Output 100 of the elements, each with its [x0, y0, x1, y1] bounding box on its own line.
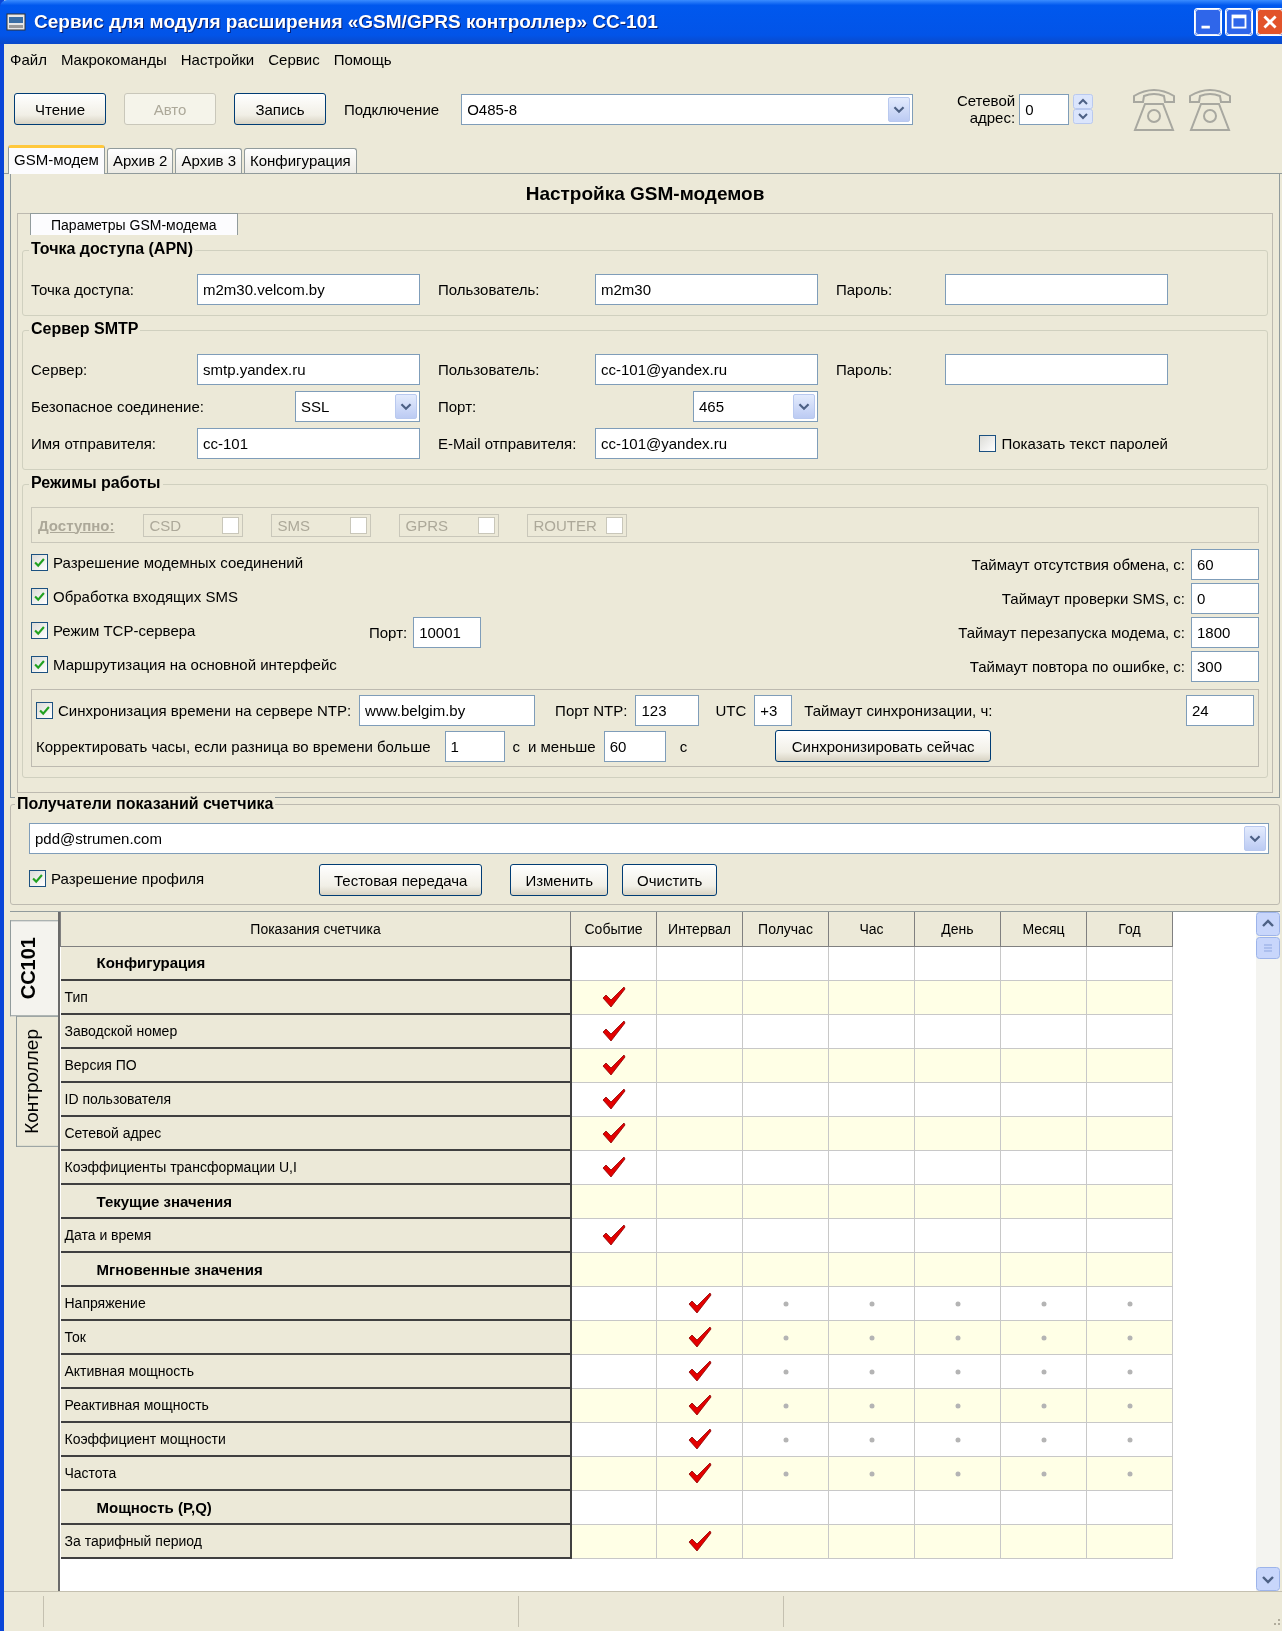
table-cell[interactable] — [742, 1014, 829, 1048]
table-cell[interactable] — [1086, 1388, 1173, 1422]
table-cell[interactable] — [828, 1354, 915, 1388]
menu-item[interactable]: Сервис — [268, 50, 320, 68]
table-cell[interactable] — [1086, 1014, 1173, 1048]
table-cell[interactable] — [1000, 1524, 1087, 1558]
table-cell[interactable] — [828, 1082, 915, 1116]
table-cell[interactable] — [1000, 1388, 1087, 1422]
table-cell[interactable] — [914, 1286, 1001, 1320]
input-field[interactable]: +3 — [754, 694, 793, 726]
table-cell[interactable] — [570, 1320, 657, 1354]
table-cell[interactable] — [656, 1082, 743, 1116]
table-cell[interactable] — [1086, 1456, 1173, 1490]
input-field[interactable]: cc-101 — [197, 427, 420, 459]
table-cell[interactable] — [828, 1422, 915, 1456]
menu-item[interactable]: Файл — [10, 50, 47, 68]
input-field[interactable]: cc-101@yandex.ru — [595, 427, 818, 459]
column-header[interactable]: Год — [1086, 912, 1173, 946]
checkbox[interactable] — [979, 434, 997, 452]
table-cell[interactable] — [914, 1354, 1001, 1388]
table-cell[interactable] — [570, 1082, 657, 1116]
scroll-thumb[interactable] — [1256, 937, 1280, 959]
input-field[interactable]: 300 — [1191, 650, 1259, 682]
table-cell[interactable] — [1000, 1150, 1087, 1184]
input-field[interactable]: 0 — [1191, 582, 1259, 614]
table-cell[interactable] — [1000, 1082, 1087, 1116]
action-button[interactable]: Изменить — [510, 864, 609, 896]
table-cell[interactable] — [742, 1320, 829, 1354]
table-cell[interactable] — [742, 1524, 829, 1558]
tab[interactable]: Параметры GSM-модема — [30, 213, 238, 235]
table-cell[interactable] — [742, 1422, 829, 1456]
toolbar-button[interactable]: Чтение — [14, 93, 106, 125]
table-cell[interactable] — [656, 1422, 743, 1456]
table-cell[interactable] — [570, 1456, 657, 1490]
menu-item[interactable]: Помощь — [333, 50, 392, 68]
column-header[interactable]: Час — [828, 912, 915, 946]
address-field[interactable]: 0 — [1019, 93, 1070, 125]
input-field[interactable] — [945, 353, 1168, 385]
input-field[interactable]: 60 — [1191, 548, 1259, 580]
column-header[interactable]: Показания счетчика — [60, 912, 571, 946]
input-field[interactable]: 123 — [635, 694, 700, 726]
table-cell[interactable] — [570, 980, 657, 1014]
checkbox[interactable] — [31, 622, 48, 639]
column-header[interactable]: Событие — [570, 912, 657, 946]
table-cell[interactable] — [742, 1456, 829, 1490]
scroll-down-icon[interactable] — [1256, 1567, 1280, 1591]
scroll-up-icon[interactable] — [1256, 912, 1280, 936]
table-cell[interactable] — [828, 1456, 915, 1490]
toolbar-button[interactable]: Запись — [234, 93, 326, 125]
table-cell[interactable] — [914, 1218, 1001, 1252]
table-cell[interactable] — [1086, 1320, 1173, 1354]
table-cell[interactable] — [828, 1388, 915, 1422]
table-cell[interactable] — [828, 1524, 915, 1558]
table-cell[interactable] — [828, 1048, 915, 1082]
table-cell[interactable] — [828, 1014, 915, 1048]
table-cell[interactable] — [1086, 1524, 1173, 1558]
table-cell[interactable] — [914, 1456, 1001, 1490]
table-cell[interactable] — [742, 1082, 829, 1116]
column-header[interactable]: Месяц — [1000, 912, 1087, 946]
table-cell[interactable] — [570, 1388, 657, 1422]
table-cell[interactable] — [570, 1286, 657, 1320]
action-button[interactable]: Очистить — [622, 864, 718, 896]
table-cell[interactable] — [570, 1014, 657, 1048]
input-field[interactable]: 10001 — [413, 616, 482, 648]
table-cell[interactable] — [656, 1048, 743, 1082]
table-cell[interactable] — [1000, 1422, 1087, 1456]
menu-item[interactable]: Макрокоманды — [60, 50, 167, 68]
maximize-button[interactable] — [1225, 8, 1253, 36]
table-cell[interactable] — [656, 980, 743, 1014]
table-cell[interactable] — [570, 1150, 657, 1184]
table-cell[interactable] — [742, 1354, 829, 1388]
table-cell[interactable] — [1000, 1116, 1087, 1150]
table-cell[interactable] — [570, 1422, 657, 1456]
table-cell[interactable] — [1000, 980, 1087, 1014]
checkbox[interactable] — [31, 554, 48, 571]
table-cell[interactable] — [1000, 1354, 1087, 1388]
table-cell[interactable] — [1086, 1286, 1173, 1320]
table-cell[interactable] — [742, 1150, 829, 1184]
table-cell[interactable] — [914, 1082, 1001, 1116]
input-field[interactable]: 24 — [1186, 694, 1254, 726]
column-header[interactable]: День — [914, 912, 1001, 946]
table-cell[interactable] — [570, 1524, 657, 1558]
tab[interactable]: GSM-модем — [8, 145, 105, 174]
table-cell[interactable] — [828, 1286, 915, 1320]
column-header[interactable]: Интервал — [656, 912, 743, 946]
table-cell[interactable] — [1000, 1218, 1087, 1252]
table-cell[interactable] — [656, 1320, 743, 1354]
table-cell[interactable] — [828, 1116, 915, 1150]
input-field[interactable]: 1800 — [1191, 616, 1259, 648]
table-cell[interactable] — [570, 1116, 657, 1150]
input-field[interactable]: 60 — [603, 730, 666, 762]
table-cell[interactable] — [742, 1286, 829, 1320]
table-cell[interactable] — [742, 1388, 829, 1422]
spinner-arrows-icon[interactable] — [1073, 94, 1094, 124]
table-cell[interactable] — [656, 1456, 743, 1490]
tab[interactable]: Архив 2 — [106, 148, 174, 173]
table-cell[interactable] — [656, 1218, 743, 1252]
table-cell[interactable] — [570, 1354, 657, 1388]
table-cell[interactable] — [914, 1388, 1001, 1422]
dropdown[interactable]: SSL — [295, 390, 420, 422]
